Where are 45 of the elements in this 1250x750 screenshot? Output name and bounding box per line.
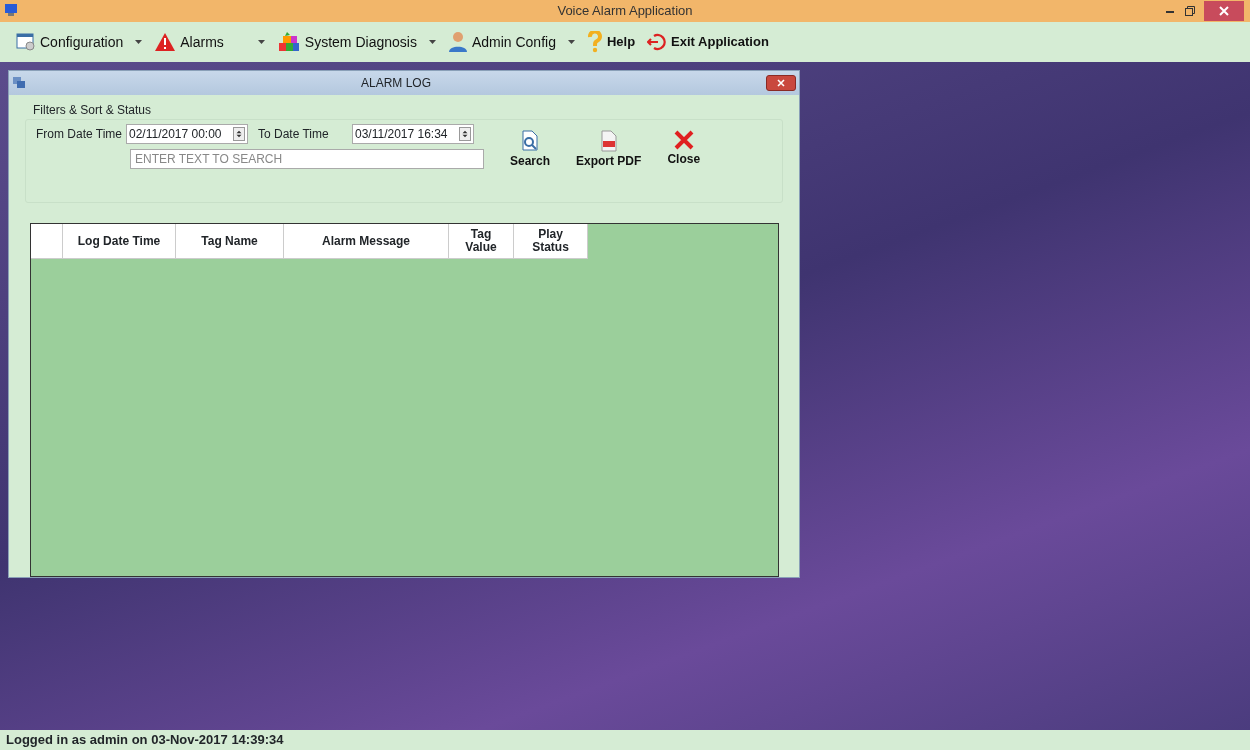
app-icon — [4, 3, 18, 17]
window-title: Voice Alarm Application — [557, 2, 693, 21]
spinner-icon[interactable] — [459, 127, 471, 141]
group-title: Filters & Sort & Status — [33, 103, 152, 117]
column-header[interactable]: Alarm Message — [284, 224, 449, 259]
question-mark-icon — [586, 31, 603, 53]
spinner-icon[interactable] — [233, 127, 245, 141]
date-time-picker[interactable]: 03/11/2017 16:34 — [352, 124, 474, 144]
field-label: To Date Time — [258, 126, 330, 143]
toolbar-button[interactable]: Close — [667, 130, 701, 168]
menu-item[interactable]: Configuration — [12, 29, 128, 55]
row-header-cell — [31, 224, 63, 259]
column-header[interactable]: Tag Value — [449, 224, 514, 259]
dropdown-caret-icon[interactable] — [428, 39, 436, 45]
window-title: ALARM LOG — [361, 75, 431, 92]
menu-item[interactable]: Admin Config — [443, 29, 560, 55]
search-document-icon — [520, 130, 540, 152]
close-icon — [672, 130, 695, 150]
window-icon — [12, 76, 26, 90]
toolbar-button[interactable]: Search — [510, 130, 551, 170]
toolbar-button[interactable]: Export PDF — [576, 130, 642, 170]
dropdown-caret-icon[interactable] — [567, 39, 575, 45]
warning-icon — [154, 32, 177, 52]
user-icon — [447, 31, 468, 53]
field-label: From Date Time — [36, 126, 122, 143]
restore-icon[interactable] — [1184, 5, 1196, 17]
menu-item[interactable]: Alarms — [150, 29, 228, 55]
exit-icon — [647, 32, 668, 52]
column-header[interactable]: Tag Name — [176, 224, 284, 259]
close-button[interactable] — [766, 75, 796, 91]
menu-item[interactable]: Help — [582, 29, 640, 55]
dropdown-caret-icon[interactable] — [257, 39, 265, 45]
pdf-file-icon — [598, 130, 619, 152]
column-header[interactable]: Play Status — [514, 224, 588, 259]
search-field[interactable]: ENTER TEXT TO SEARCH — [130, 149, 484, 169]
blocks-icon — [276, 31, 301, 53]
status-text: Logged in as admin on 03-Nov-2017 14:39:34 — [0, 730, 1250, 750]
window-gear-icon — [16, 33, 36, 51]
close-icon[interactable] — [1204, 1, 1244, 21]
column-header[interactable]: Log Date Time — [63, 224, 176, 259]
dropdown-caret-icon[interactable] — [135, 39, 143, 45]
menu-item[interactable]: Exit Application — [643, 30, 773, 54]
close-icon — [776, 78, 786, 89]
menu-item[interactable]: System Diagnosis — [272, 29, 421, 55]
date-time-picker[interactable]: 02/11/2017 00:00 — [126, 124, 248, 144]
